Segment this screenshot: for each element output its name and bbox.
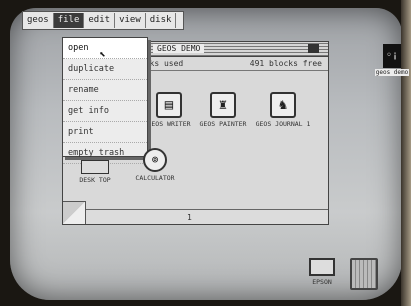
menu-view[interactable]: view <box>115 13 146 28</box>
journal-glyph: ♞ <box>270 92 296 118</box>
menu-edit[interactable]: edit <box>84 13 116 28</box>
menu-item-get-info[interactable]: get info <box>63 101 147 122</box>
page-curl-icon[interactable] <box>63 201 86 224</box>
page-number: 1 <box>187 213 192 222</box>
blocks-free: 491 blocks free <box>249 59 322 68</box>
printer-label: EPSON <box>312 278 332 286</box>
disk-label: geos demo <box>375 69 409 76</box>
printer-icon[interactable]: EPSON <box>303 258 341 286</box>
window-bottom-bar: 1 <box>63 209 328 224</box>
menu-disk[interactable]: disk <box>146 13 177 28</box>
painter-glyph: ♜ <box>210 92 236 118</box>
painter-icon[interactable]: ♜ GEOS PAINTER <box>193 92 253 128</box>
calculator-label: CALCULATOR <box>135 174 175 182</box>
menu-geos[interactable]: geos <box>23 13 54 28</box>
menu-file[interactable]: file <box>53 13 85 28</box>
document-icon[interactable]: ▤ GEOS WRITER <box>139 92 199 128</box>
calculator-glyph: ⊚ <box>143 148 167 172</box>
mouse-pointer-icon: ⬉ <box>99 48 106 61</box>
printer-glyph <box>309 258 335 276</box>
menu-item-print[interactable]: print <box>63 122 147 143</box>
desk-top-label: DESK TOP <box>79 176 111 184</box>
desk-top-icon[interactable]: DESK TOP <box>65 160 125 184</box>
disk-icon[interactable]: ◦¡ geos demo <box>375 44 409 76</box>
disk-glyph: ◦¡ <box>383 44 401 68</box>
journal-icon[interactable]: ♞ GEOS JOURNAL 1 <box>253 92 313 128</box>
window-title: GEOS DEMO <box>153 44 205 53</box>
file-label: GEOS WRITER <box>147 120 191 128</box>
menu-bar: geos file edit view disk <box>22 11 184 30</box>
menu-item-duplicate[interactable]: duplicate <box>63 59 147 80</box>
document-glyph: ▤ <box>156 92 182 118</box>
close-box-icon[interactable] <box>308 44 319 53</box>
file-label: GEOS JOURNAL 1 <box>255 120 311 128</box>
calculator-icon[interactable]: ⊚ CALCULATOR <box>133 148 177 182</box>
desk-top-glyph <box>81 160 109 174</box>
trash-icon[interactable] <box>350 258 378 290</box>
file-label: GEOS PAINTER <box>199 120 247 128</box>
menu-item-rename[interactable]: rename <box>63 80 147 101</box>
